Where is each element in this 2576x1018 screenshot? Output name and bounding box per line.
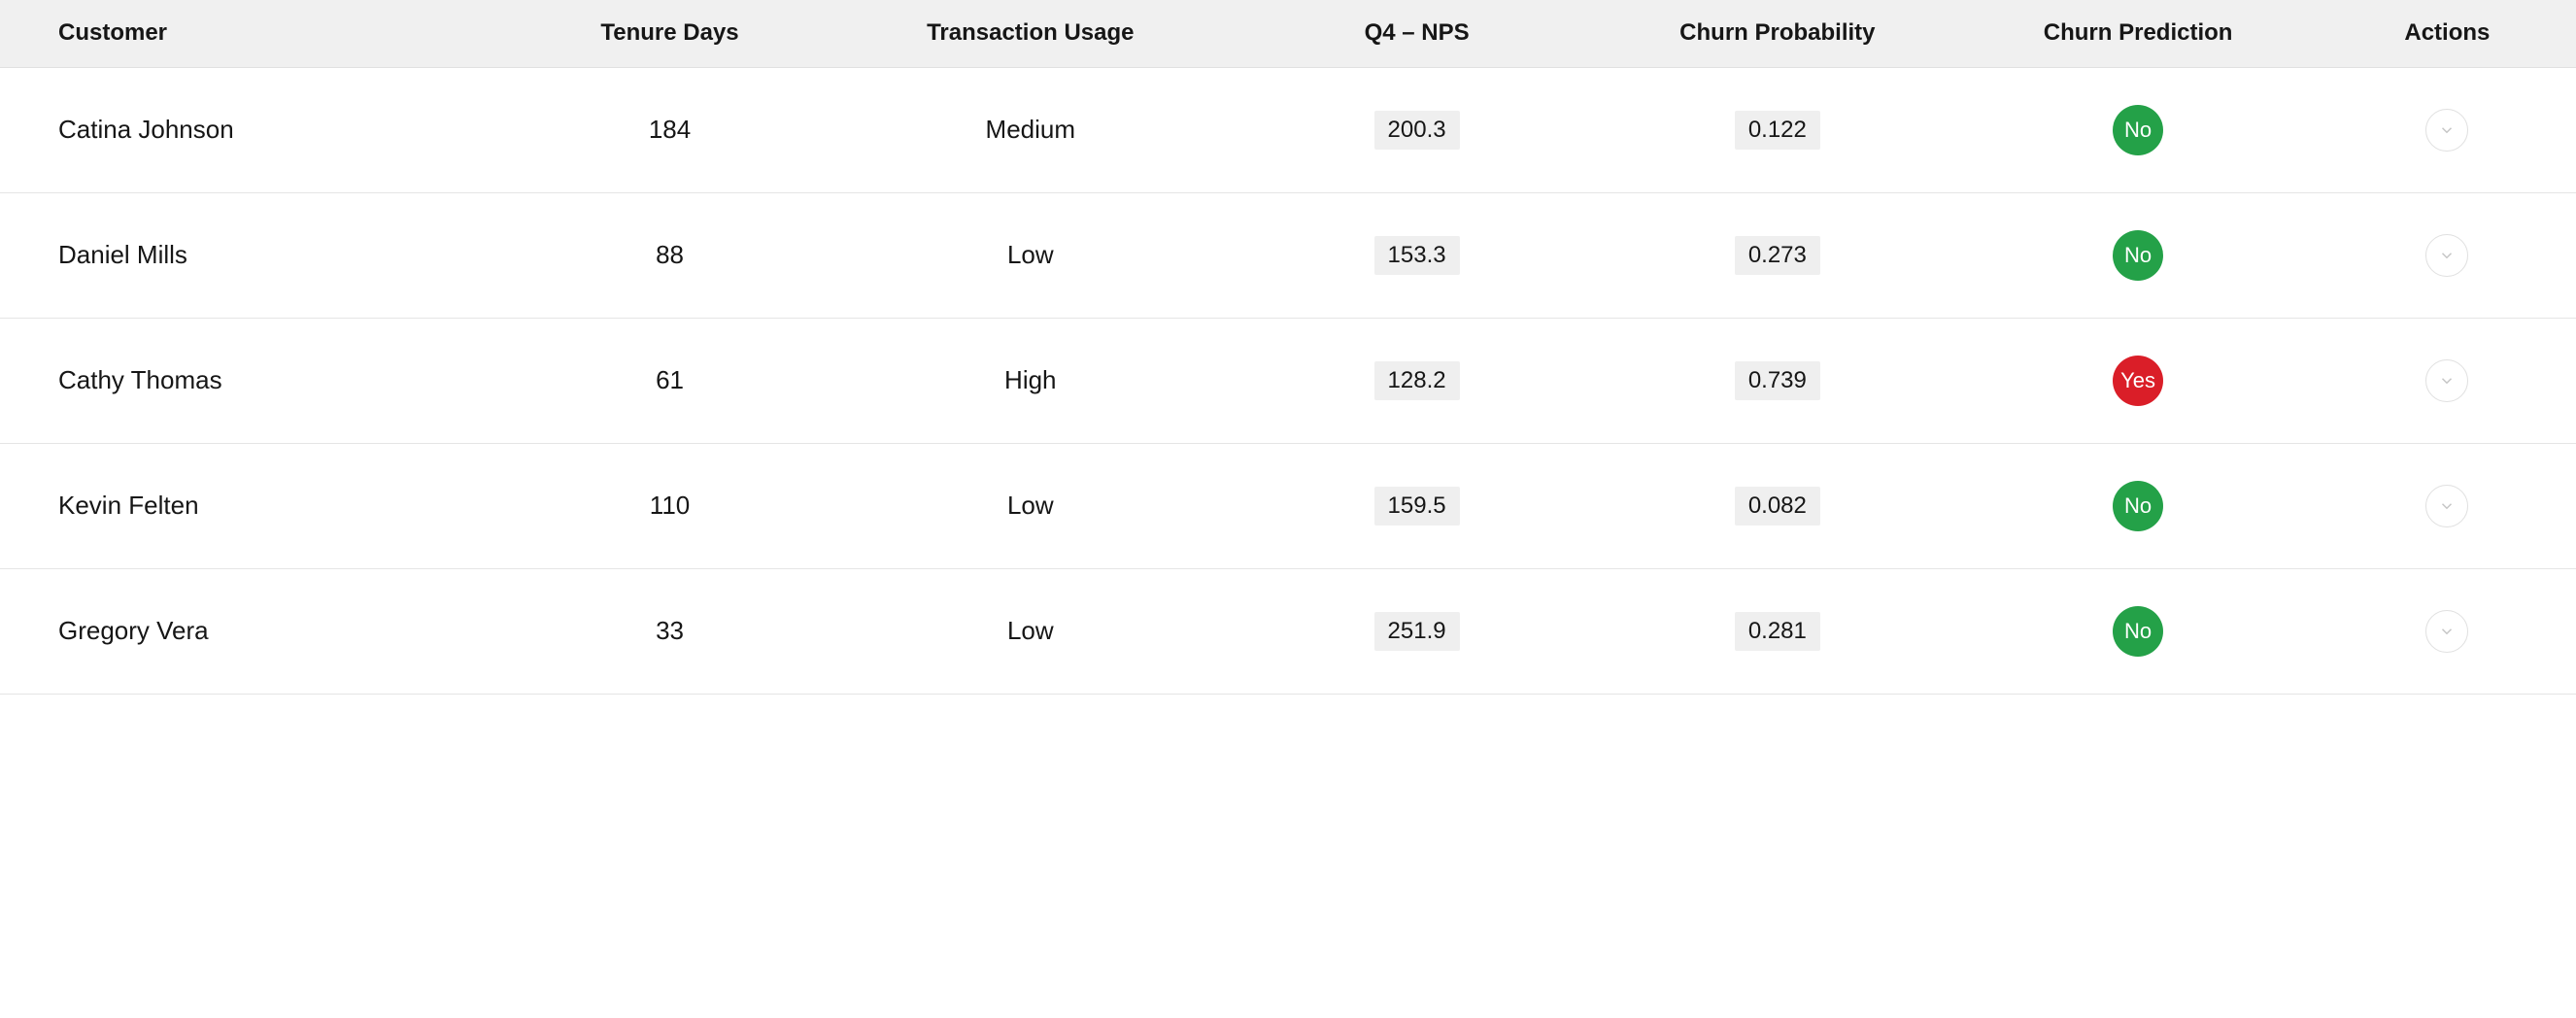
cell-customer: Catina Johnson: [0, 67, 515, 192]
cell-customer: Gregory Vera: [0, 568, 515, 694]
cell-churn-prediction: No: [1957, 67, 2318, 192]
chevron-down-icon: [2438, 497, 2456, 515]
cell-actions: [2319, 568, 2576, 694]
cell-churn-probability: 0.739: [1597, 318, 1957, 443]
prediction-badge: No: [2113, 105, 2163, 155]
cell-usage: Low: [825, 443, 1237, 568]
col-header-tenure[interactable]: Tenure Days: [515, 0, 824, 67]
nps-pill: 159.5: [1374, 487, 1460, 526]
expand-row-button[interactable]: [2425, 359, 2468, 402]
expand-row-button[interactable]: [2425, 234, 2468, 277]
cell-actions: [2319, 192, 2576, 318]
cell-nps: 159.5: [1237, 443, 1597, 568]
cell-churn-probability: 0.273: [1597, 192, 1957, 318]
chevron-down-icon: [2438, 121, 2456, 139]
cell-actions: [2319, 67, 2576, 192]
cell-churn-probability: 0.281: [1597, 568, 1957, 694]
cell-nps: 128.2: [1237, 318, 1597, 443]
table-row: Kevin Felten 110 Low 159.5 0.082 No: [0, 443, 2576, 568]
cell-tenure: 110: [515, 443, 824, 568]
cell-tenure: 88: [515, 192, 824, 318]
col-header-customer[interactable]: Customer: [0, 0, 515, 67]
table-row: Catina Johnson 184 Medium 200.3 0.122 No: [0, 67, 2576, 192]
prediction-badge: No: [2113, 481, 2163, 531]
cell-churn-prediction: No: [1957, 443, 2318, 568]
cell-customer: Daniel Mills: [0, 192, 515, 318]
nps-pill: 128.2: [1374, 361, 1460, 400]
cell-nps: 200.3: [1237, 67, 1597, 192]
cell-usage: Low: [825, 568, 1237, 694]
table-row: Gregory Vera 33 Low 251.9 0.281 No: [0, 568, 2576, 694]
cell-customer: Cathy Thomas: [0, 318, 515, 443]
col-header-churn-prediction[interactable]: Churn Prediction: [1957, 0, 2318, 67]
chevron-down-icon: [2438, 623, 2456, 640]
col-header-nps[interactable]: Q4 – NPS: [1237, 0, 1597, 67]
cell-usage: Medium: [825, 67, 1237, 192]
nps-pill: 251.9: [1374, 612, 1460, 651]
table-header-row: Customer Tenure Days Transaction Usage Q…: [0, 0, 2576, 67]
prob-pill: 0.122: [1735, 111, 1820, 150]
prob-pill: 0.281: [1735, 612, 1820, 651]
cell-actions: [2319, 443, 2576, 568]
prediction-badge: Yes: [2113, 356, 2163, 406]
cell-usage: Low: [825, 192, 1237, 318]
customer-churn-table: Customer Tenure Days Transaction Usage Q…: [0, 0, 2576, 695]
table-row: Daniel Mills 88 Low 153.3 0.273 No: [0, 192, 2576, 318]
cell-nps: 251.9: [1237, 568, 1597, 694]
prob-pill: 0.082: [1735, 487, 1820, 526]
prob-pill: 0.739: [1735, 361, 1820, 400]
nps-pill: 200.3: [1374, 111, 1460, 150]
prob-pill: 0.273: [1735, 236, 1820, 275]
chevron-down-icon: [2438, 372, 2456, 390]
expand-row-button[interactable]: [2425, 109, 2468, 152]
cell-churn-prediction: No: [1957, 568, 2318, 694]
cell-actions: [2319, 318, 2576, 443]
chevron-down-icon: [2438, 247, 2456, 264]
cell-churn-probability: 0.122: [1597, 67, 1957, 192]
expand-row-button[interactable]: [2425, 610, 2468, 653]
col-header-churn-probability[interactable]: Churn Probability: [1597, 0, 1957, 67]
expand-row-button[interactable]: [2425, 485, 2468, 527]
cell-tenure: 184: [515, 67, 824, 192]
prediction-badge: No: [2113, 606, 2163, 657]
col-header-actions: Actions: [2319, 0, 2576, 67]
cell-tenure: 61: [515, 318, 824, 443]
table-row: Cathy Thomas 61 High 128.2 0.739 Yes: [0, 318, 2576, 443]
cell-nps: 153.3: [1237, 192, 1597, 318]
col-header-usage[interactable]: Transaction Usage: [825, 0, 1237, 67]
cell-churn-prediction: No: [1957, 192, 2318, 318]
cell-usage: High: [825, 318, 1237, 443]
cell-customer: Kevin Felten: [0, 443, 515, 568]
nps-pill: 153.3: [1374, 236, 1460, 275]
cell-churn-prediction: Yes: [1957, 318, 2318, 443]
cell-churn-probability: 0.082: [1597, 443, 1957, 568]
cell-tenure: 33: [515, 568, 824, 694]
prediction-badge: No: [2113, 230, 2163, 281]
